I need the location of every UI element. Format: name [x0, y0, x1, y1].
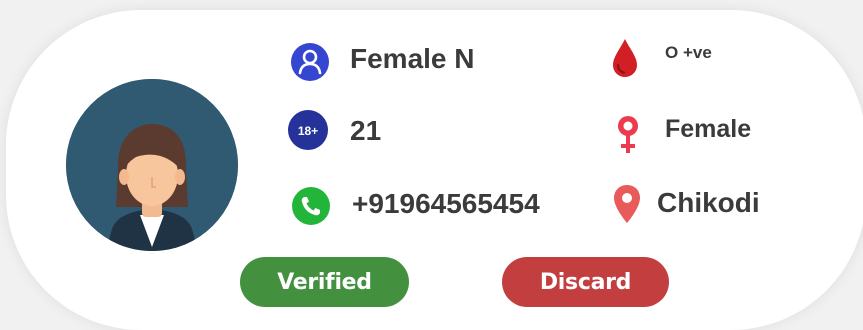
- location-pin-icon: [612, 183, 642, 225]
- user-icon: [290, 42, 330, 82]
- blood-drop-icon: [610, 37, 640, 79]
- location: Chikodi: [657, 187, 760, 218]
- user-age: 21: [350, 115, 382, 146]
- avatar: [66, 79, 238, 251]
- user-phone: +91964565454: [352, 188, 540, 219]
- age-badge-label: 18+: [298, 124, 318, 138]
- female-symbol-icon: [614, 113, 642, 155]
- verified-button[interactable]: Verified: [240, 257, 409, 307]
- female-avatar-icon: [66, 79, 238, 251]
- age-18-plus-icon: 18+: [287, 109, 329, 151]
- gender: Female: [665, 115, 752, 143]
- phone-icon: [291, 186, 331, 226]
- blood-group: O +ve: [665, 43, 712, 62]
- discard-button[interactable]: Discard: [502, 257, 669, 307]
- user-name: Female N: [350, 43, 475, 74]
